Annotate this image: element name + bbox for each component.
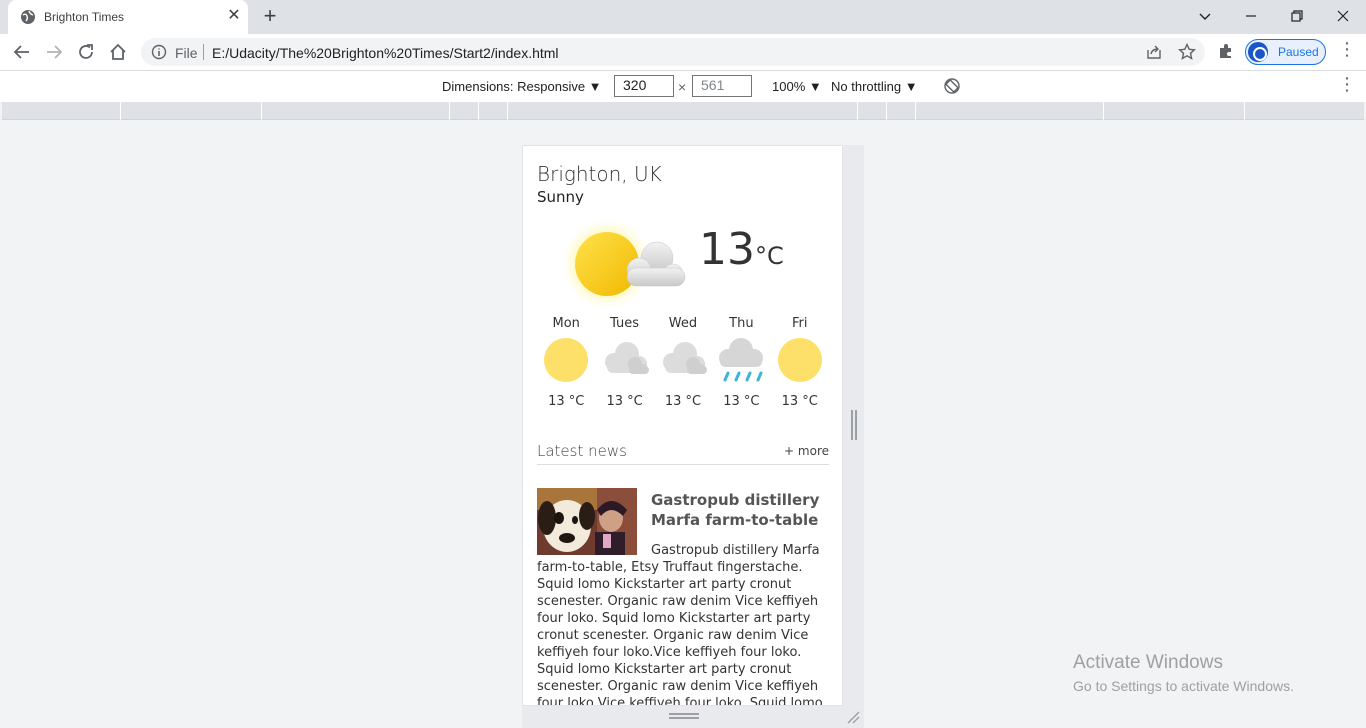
watermark-subtitle: Go to Settings to activate Windows. (1073, 678, 1294, 694)
day-temperature: 13 °C (723, 394, 760, 409)
home-icon (110, 43, 126, 60)
rain-icon (719, 338, 764, 382)
back-button[interactable] (8, 38, 36, 66)
chevron-down-icon (1199, 13, 1211, 20)
mq-divider (507, 102, 508, 120)
mq-divider (1244, 102, 1245, 120)
sun-icon (777, 338, 822, 382)
minimize-button[interactable] (1228, 0, 1274, 32)
forward-button[interactable] (40, 38, 68, 66)
day-name: Fri (792, 316, 808, 331)
sun-cloud-icon (561, 218, 686, 310)
media-query-bar[interactable] (2, 102, 1364, 120)
tab-brighton-times[interactable]: Brighton Times ✕ (8, 0, 248, 34)
home-button[interactable] (104, 38, 132, 66)
mq-divider (120, 102, 121, 120)
profile-button[interactable]: Paused (1245, 39, 1326, 65)
day-temperature: 13 °C (664, 394, 702, 409)
thumbnail-spacer (537, 488, 651, 550)
restore-icon (1291, 10, 1303, 22)
width-resize-handle[interactable] (851, 410, 857, 440)
zoom-dropdown[interactable]: 100% ▼ (772, 79, 822, 94)
day-name: Thu (729, 316, 754, 331)
height-resize-handle[interactable] (669, 713, 699, 719)
browser-menu-icon[interactable]: ⋮ (1338, 40, 1356, 60)
height-input[interactable]: 561 (692, 75, 752, 97)
tab-search-button[interactable] (1182, 0, 1228, 32)
cloud-icon (662, 342, 707, 374)
url-text[interactable]: E:/Udacity/The%20Brighton%20Times/Start2… (212, 45, 559, 61)
mq-divider (1103, 102, 1104, 120)
corner-resize-icon[interactable] (846, 710, 860, 724)
day-name: Mon (552, 316, 580, 331)
back-arrow-icon (13, 45, 29, 59)
news-article: Gastropub distillery Marfa farm-to-table… (537, 488, 829, 706)
mq-divider (915, 102, 916, 120)
emulated-viewport: Brighton, UK Sunny 13°C Mon 13 °C Tues 1… (522, 145, 843, 706)
city-name: Brighton, UK (537, 162, 662, 186)
day-name: Wed (668, 316, 698, 331)
mq-divider (449, 102, 450, 120)
share-icon[interactable] (1146, 44, 1162, 60)
address-bar[interactable]: File E:/Udacity/The%20Brighton%20Times/S… (141, 38, 1205, 66)
forecast-day: Wed 13 °C (654, 314, 712, 409)
forecast-day: Thu 13 °C (712, 314, 770, 409)
temperature-unit: °C (755, 242, 784, 270)
device-toolbar: Dimensions: Responsive ▼ 320 × 561 100% … (0, 70, 1366, 102)
url-separator (203, 44, 204, 60)
current-temperature: 13°C (699, 224, 784, 275)
day-name: Tues (610, 316, 640, 331)
forecast-day: Tues 13 °C (595, 314, 653, 409)
close-window-button[interactable] (1320, 0, 1366, 32)
tab-strip: Brighton Times ✕ + (0, 0, 1366, 34)
day-temperature: 13 °C (606, 394, 643, 409)
avatar (1248, 42, 1268, 62)
globe-icon (21, 10, 35, 24)
cloud-icon (604, 342, 649, 374)
dimensions-dropdown[interactable]: Dimensions: Responsive ▼ (442, 79, 602, 94)
browser-toolbar: File E:/Udacity/The%20Brighton%20Times/S… (0, 34, 1366, 70)
profile-status: Paused (1278, 45, 1319, 59)
tab-title: Brighton Times (44, 10, 125, 24)
reload-button[interactable] (72, 38, 100, 66)
day-temperature: 13 °C (781, 394, 818, 409)
sun-icon (544, 338, 589, 382)
info-icon[interactable] (151, 44, 167, 60)
weather-condition: Sunny (537, 188, 584, 206)
close-tab-icon[interactable]: ✕ (226, 8, 242, 24)
activation-watermark: Activate Windows Go to Settings to activ… (1073, 652, 1294, 694)
mq-divider (886, 102, 887, 120)
bookmark-star-icon[interactable] (1178, 43, 1196, 61)
close-icon (1337, 10, 1349, 22)
forecast-row: Mon 13 °C Tues 13 °C Wed 13 °C Thu 13 °C… (537, 314, 829, 409)
url-scheme: File (175, 45, 198, 61)
mq-divider (261, 102, 262, 120)
forecast-day: Fri 13 °C (771, 314, 829, 409)
throttling-dropdown[interactable]: No throttling ▼ (831, 79, 918, 94)
reload-icon (79, 44, 93, 59)
watermark-title: Activate Windows (1073, 652, 1223, 673)
rotate-icon[interactable] (943, 77, 961, 95)
news-header: Latest news + more (537, 442, 829, 465)
new-tab-button[interactable]: + (258, 5, 282, 28)
device-toolbar-menu-icon[interactable]: ⋮ (1338, 75, 1356, 95)
width-input[interactable]: 320 (614, 75, 674, 97)
more-news-link[interactable]: + more (784, 444, 829, 458)
extensions-puzzle-icon[interactable] (1217, 42, 1235, 60)
mq-divider (478, 102, 479, 120)
forecast-day: Mon 13 °C (537, 314, 595, 409)
restore-button[interactable] (1274, 0, 1320, 32)
article-body: Gastropub distillery Marfa farm-to-table… (537, 543, 823, 706)
forward-arrow-icon (47, 45, 63, 59)
day-temperature: 13 °C (548, 394, 585, 409)
times-sign: × (678, 79, 687, 95)
mq-divider (857, 102, 858, 120)
temperature-value: 13 (699, 224, 755, 275)
minimize-icon (1246, 15, 1256, 17)
news-heading: Latest news (537, 442, 627, 460)
